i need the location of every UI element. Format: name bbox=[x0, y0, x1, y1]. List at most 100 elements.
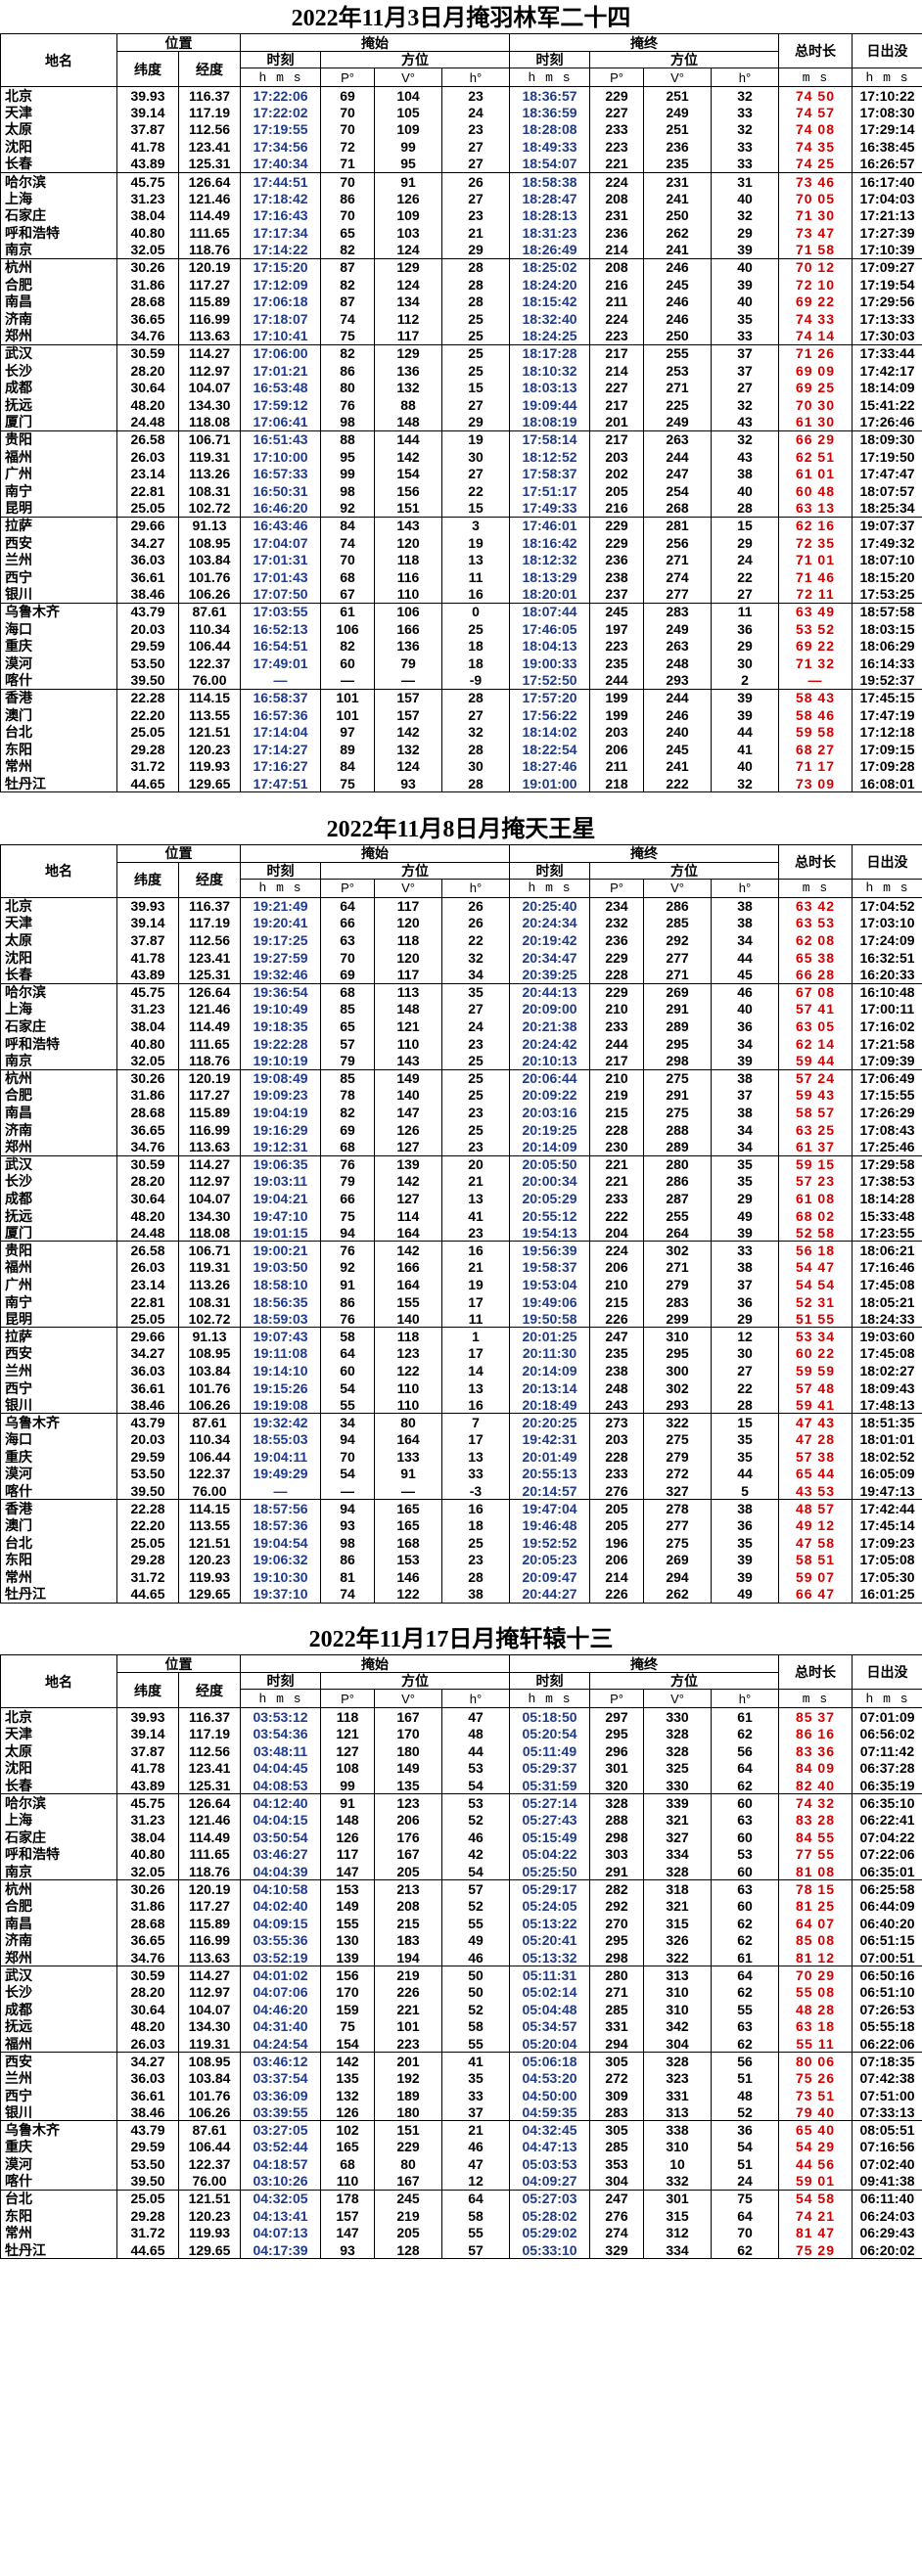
longitude-cell: 76.00 bbox=[178, 671, 241, 690]
moonset-cell: 06:51:10 bbox=[852, 1983, 922, 2001]
ingress-h-cell: 21 bbox=[441, 224, 510, 242]
latitude-cell: 31.23 bbox=[116, 1000, 179, 1018]
longitude-cell: 91.13 bbox=[178, 516, 241, 534]
longitude-cell: 125.31 bbox=[178, 155, 241, 173]
egress-time-cell: 17:46:05 bbox=[509, 619, 590, 638]
egress-h-cell: 38 bbox=[711, 1258, 779, 1277]
egress-p-cell: 216 bbox=[589, 499, 644, 518]
header-moonset-hms: h m s bbox=[852, 68, 922, 87]
egress-p-cell: 238 bbox=[589, 568, 644, 586]
ingress-h-cell: 27 bbox=[441, 138, 510, 156]
ingress-h-cell: 14 bbox=[441, 1362, 510, 1379]
latitude-cell: 39.50 bbox=[116, 2172, 179, 2191]
city-cell: 海口 bbox=[0, 1430, 117, 1449]
city-cell: 郑州 bbox=[0, 327, 117, 345]
city-cell: 哈尔滨 bbox=[0, 982, 117, 1001]
header-egress-v: V° bbox=[643, 1689, 712, 1709]
duration-cell: 70 12 bbox=[778, 257, 853, 277]
ingress-h-cell: 26 bbox=[441, 171, 510, 191]
ingress-v-cell: 88 bbox=[374, 396, 442, 414]
longitude-cell: 119.93 bbox=[178, 2224, 241, 2242]
ingress-p-cell: 85 bbox=[320, 1000, 375, 1018]
duration-cell: 81 47 bbox=[778, 2224, 853, 2242]
longitude-cell: 117.27 bbox=[178, 1897, 241, 1915]
ingress-time-cell: 19:04:54 bbox=[240, 1534, 321, 1552]
table-header: 地名 位置 掩始 掩终 总时长 日出没 纬度 经度 时刻 方位 时刻 方位 h m s P° V° h° h m… bbox=[0, 843, 922, 898]
latitude-cell: 41.78 bbox=[116, 948, 179, 967]
moonset-cell: 17:47:19 bbox=[852, 705, 922, 724]
ingress-h-cell: 57 bbox=[441, 1879, 510, 1898]
ingress-v-cell: 205 bbox=[374, 2224, 442, 2242]
ingress-v-cell: 167 bbox=[374, 1845, 442, 1864]
ingress-h-cell: 28 bbox=[441, 293, 510, 311]
longitude-cell: 120.23 bbox=[178, 1551, 241, 1569]
city-cell: 东阳 bbox=[0, 741, 117, 758]
ingress-p-cell: 70 bbox=[320, 104, 375, 121]
duration-cell: 48 28 bbox=[778, 2000, 853, 2018]
duration-cell: 61 30 bbox=[778, 413, 853, 431]
egress-v-cell: 315 bbox=[643, 2206, 712, 2225]
ingress-time-cell: 16:52:13 bbox=[240, 619, 321, 638]
egress-time-cell: 19:00:33 bbox=[509, 655, 590, 672]
egress-p-cell: 222 bbox=[589, 1206, 644, 1225]
egress-v-cell: 253 bbox=[643, 362, 712, 380]
moonset-cell: 17:45:08 bbox=[852, 1276, 922, 1293]
ingress-time-cell: 17:10:00 bbox=[240, 447, 321, 466]
egress-v-cell: 313 bbox=[643, 2103, 712, 2121]
longitude-cell: 101.76 bbox=[178, 1378, 241, 1397]
egress-time-cell: 20:18:49 bbox=[509, 1396, 590, 1414]
ingress-p-cell: 75 bbox=[320, 2017, 375, 2035]
latitude-cell: 24.48 bbox=[116, 413, 179, 431]
moonset-cell: 17:47:47 bbox=[852, 465, 922, 483]
city-cell: 太原 bbox=[0, 120, 117, 139]
latitude-cell: 31.72 bbox=[116, 2224, 179, 2242]
egress-time-cell: 19:50:58 bbox=[509, 1310, 590, 1328]
longitude-cell: 112.56 bbox=[178, 1741, 241, 1760]
latitude-cell: 44.65 bbox=[116, 2241, 179, 2260]
duration-cell: 70 30 bbox=[778, 396, 853, 414]
egress-h-cell: 35 bbox=[711, 1534, 779, 1552]
table-row: 贵阳 26.58 106.71 16:51:43 88 144 19 17:58:14 217 2… bbox=[0, 429, 922, 448]
ingress-h-cell: 28 bbox=[441, 741, 510, 758]
latitude-cell: 48.20 bbox=[116, 1206, 179, 1225]
egress-p-cell: 226 bbox=[589, 1585, 644, 1604]
ingress-time-cell: 17:16:43 bbox=[240, 206, 321, 225]
egress-time-cell: 20:06:44 bbox=[509, 1068, 590, 1087]
egress-v-cell: 246 bbox=[643, 293, 712, 311]
egress-h-cell: 32 bbox=[711, 86, 779, 105]
longitude-cell: 129.65 bbox=[178, 775, 241, 793]
egress-h-cell: 29 bbox=[711, 1190, 779, 1207]
moonset-cell: 07:02:40 bbox=[852, 2155, 922, 2173]
ingress-h-cell: 33 bbox=[441, 1465, 510, 1483]
ingress-p-cell: 64 bbox=[320, 1344, 375, 1363]
egress-time-cell: 18:25:02 bbox=[509, 257, 590, 277]
table-row: 石家庄 38.04 114.49 17:16:43 70 109 23 18:28:13 231… bbox=[0, 206, 922, 225]
moonset-cell: 06:44:09 bbox=[852, 1897, 922, 1915]
ingress-p-cell: 99 bbox=[320, 465, 375, 483]
ingress-v-cell: 104 bbox=[374, 86, 442, 105]
moonset-cell: 07:01:09 bbox=[852, 1707, 922, 1726]
egress-time-cell: 20:10:13 bbox=[509, 1052, 590, 1070]
longitude-cell: 118.08 bbox=[178, 413, 241, 431]
ingress-h-cell: 19 bbox=[441, 533, 510, 552]
longitude-cell: 87.61 bbox=[178, 602, 241, 620]
egress-h-cell: 62 bbox=[711, 1914, 779, 1932]
egress-h-cell: 44 bbox=[711, 723, 779, 742]
ingress-h-cell: 35 bbox=[441, 2069, 510, 2087]
egress-p-cell: 228 bbox=[589, 1448, 644, 1466]
ingress-time-cell: 19:01:15 bbox=[240, 1224, 321, 1242]
ingress-v-cell: 110 bbox=[374, 1396, 442, 1414]
ingress-p-cell: 69 bbox=[320, 86, 375, 105]
ingress-h-cell: 24 bbox=[441, 1017, 510, 1035]
ingress-p-cell: 93 bbox=[320, 2241, 375, 2260]
city-cell: 喀什 bbox=[0, 2172, 117, 2191]
egress-p-cell: 208 bbox=[589, 190, 644, 207]
city-cell: 南宁 bbox=[0, 482, 117, 500]
egress-v-cell: 236 bbox=[643, 138, 712, 156]
longitude-cell: 121.51 bbox=[178, 723, 241, 742]
egress-v-cell: 235 bbox=[643, 155, 712, 173]
ingress-v-cell: 148 bbox=[374, 413, 442, 431]
egress-p-cell: 243 bbox=[589, 1396, 644, 1414]
ingress-p-cell: 60 bbox=[320, 655, 375, 672]
duration-cell: 63 05 bbox=[778, 1017, 853, 1035]
